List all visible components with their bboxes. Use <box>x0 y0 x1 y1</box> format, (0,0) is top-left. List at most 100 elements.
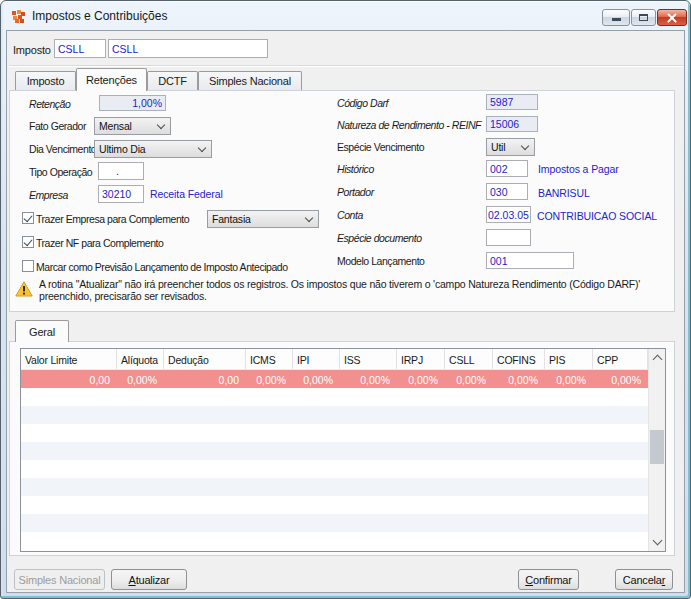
warning-icon <box>15 281 33 297</box>
close-icon <box>666 12 678 24</box>
fato-gerador-select[interactable]: Mensal <box>94 117 171 135</box>
grid-cell: 0,00% <box>246 370 293 388</box>
column-header-irpj[interactable]: IRPJ <box>397 349 445 369</box>
maximize-button[interactable] <box>631 9 656 26</box>
column-header-ipi[interactable]: IPI <box>293 349 340 369</box>
chevron-down-icon <box>157 121 165 129</box>
simples-nacional-button[interactable]: Simples Nacional <box>14 569 105 590</box>
grid-cell: 0,00% <box>340 370 397 388</box>
especie-vencimento-select[interactable]: Util <box>486 138 535 156</box>
portador-description: BANRISUL <box>538 187 590 199</box>
especie-documento-field[interactable] <box>486 229 531 246</box>
trazer-nf-label: Trazer NF para Complemento <box>36 237 163 249</box>
grid-empty-row <box>21 388 648 406</box>
grid-cell: 0,00% <box>493 370 545 388</box>
modelo-lancamento-label: Modelo Lançamento <box>337 255 425 267</box>
scroll-up-icon[interactable] <box>653 355 663 365</box>
column-header-dedu-o[interactable]: Dedução <box>164 349 246 369</box>
column-header-cofins[interactable]: COFINS <box>493 349 545 369</box>
grid-empty-row <box>21 406 648 424</box>
tab-imposto[interactable]: Imposto <box>15 71 76 90</box>
confirmar-button[interactable]: Confirmar <box>518 569 579 590</box>
grid-empty-row <box>21 424 648 442</box>
historico-description: Impostos a Pagar <box>538 163 619 175</box>
column-header-csll[interactable]: CSLL <box>445 349 493 369</box>
imposto-code-field[interactable]: CSLL <box>54 39 106 58</box>
historico-field[interactable]: 002 <box>486 160 528 177</box>
dia-vencimento-select[interactable]: Ultimo Dia <box>94 140 212 158</box>
separator <box>9 65 684 67</box>
grid-cell: 0,00% <box>593 370 648 388</box>
conta-description: CONTRIBUICAO SOCIAL <box>537 210 657 222</box>
grid-header: Valor LimiteAlíquotaDeduçãoICMSIPIISSIRP… <box>21 349 665 370</box>
trazer-empresa-checkbox[interactable] <box>22 212 34 224</box>
conta-field[interactable]: 02.03.05 <box>486 206 531 223</box>
grid-empty-row <box>21 532 648 550</box>
grid-empty-row <box>21 496 648 514</box>
imposto-name-field[interactable]: CSLL <box>108 39 268 58</box>
minimize-icon <box>612 18 621 21</box>
portador-field[interactable]: 030 <box>486 183 528 200</box>
grid-cell: 0,00% <box>293 370 340 388</box>
imposto-label: Imposto <box>13 44 51 56</box>
marcar-previsao-label: Marcar como Previsão Lançamento de Impos… <box>36 261 288 273</box>
column-header-valor-limite[interactable]: Valor Limite <box>21 349 117 369</box>
portador-label: Portador <box>337 186 374 198</box>
empresa-label: Empresa <box>29 189 68 201</box>
natureza-rendimento-field[interactable]: 15006 <box>486 116 538 132</box>
atualizar-button[interactable]: Atualizar <box>111 569 187 590</box>
fato-gerador-label: Fato Gerador <box>29 120 86 132</box>
chevron-down-icon <box>198 144 206 152</box>
empresa-description: Receita Federal <box>150 188 223 200</box>
grid-cell: 0,00% <box>397 370 445 388</box>
grid-row[interactable]: 0,000,00%0,000,00%0,00%0,00%0,00%0,00%0,… <box>21 370 648 388</box>
scroll-down-icon[interactable] <box>653 536 663 546</box>
tab-retencoes[interactable]: Retenções <box>76 68 147 91</box>
grid-empty-row <box>21 442 648 460</box>
maximize-icon <box>639 14 648 21</box>
chevron-down-icon <box>521 142 529 150</box>
column-header-al-quota[interactable]: Alíquota <box>117 349 164 369</box>
trazer-empresa-label: Trazer Empresa para Complemento <box>36 213 189 225</box>
retencao-field[interactable]: 1,00% <box>99 95 166 111</box>
especie-documento-label: Espécie documento <box>337 232 422 244</box>
tipo-operacao-label: Tipo Operação <box>29 166 92 178</box>
codigo-darf-label: Código Darf <box>337 97 388 109</box>
codigo-darf-field[interactable]: 5987 <box>486 94 538 110</box>
retencao-label: Retenção <box>29 98 70 110</box>
column-header-icms[interactable]: ICMS <box>246 349 293 369</box>
dia-vencimento-label: Dia Vencimento <box>29 143 96 155</box>
tab-dctf[interactable]: DCTF <box>147 71 198 90</box>
close-button[interactable] <box>657 9 687 26</box>
grid-body: 0,000,00%0,000,00%0,00%0,00%0,00%0,00%0,… <box>21 370 665 550</box>
window-title: Impostos e Contribuições <box>32 9 167 23</box>
conta-label: Conta <box>337 209 363 221</box>
warning-text: A rotina "Atualizar" não irá preencher t… <box>39 279 679 302</box>
modelo-lancamento-field[interactable]: 001 <box>486 252 574 269</box>
data-grid: Valor LimiteAlíquotaDeduçãoICMSIPIISSIRP… <box>20 348 666 552</box>
especie-vencimento-label: Espécie Vencimento <box>337 141 424 153</box>
grid-cell: 0,00% <box>117 370 164 388</box>
chevron-down-icon <box>305 214 313 222</box>
vertical-scrollbar[interactable] <box>648 349 665 551</box>
column-header-pis[interactable]: PIS <box>545 349 593 369</box>
grid-empty-row <box>21 514 648 532</box>
minimize-button[interactable] <box>602 9 630 26</box>
historico-label: Histórico <box>337 163 374 175</box>
grid-cell: 0,00 <box>164 370 246 388</box>
dialog-window: Impostos e Contribuições Imposto CSLL CS… <box>0 0 691 599</box>
tipo-operacao-field[interactable]: . <box>98 162 144 180</box>
dialog-body: Imposto CSLL CSLL Imposto Retenções DCTF… <box>6 30 685 593</box>
grid-cell: 0,00% <box>545 370 593 388</box>
column-header-iss[interactable]: ISS <box>340 349 397 369</box>
empresa-field[interactable]: 30210 <box>98 185 144 203</box>
cancelar-button[interactable]: Cancelar <box>615 569 673 590</box>
scroll-thumb[interactable] <box>650 430 664 464</box>
column-header-cpp[interactable]: CPP <box>593 349 648 369</box>
grid-empty-row <box>21 478 648 496</box>
trazer-nf-checkbox[interactable] <box>22 236 34 248</box>
marcar-previsao-checkbox[interactable] <box>22 260 34 272</box>
tab-geral[interactable]: Geral <box>15 320 69 342</box>
trazer-empresa-select[interactable]: Fantasia <box>207 210 319 228</box>
tab-simples-nacional[interactable]: Simples Nacional <box>198 71 302 90</box>
